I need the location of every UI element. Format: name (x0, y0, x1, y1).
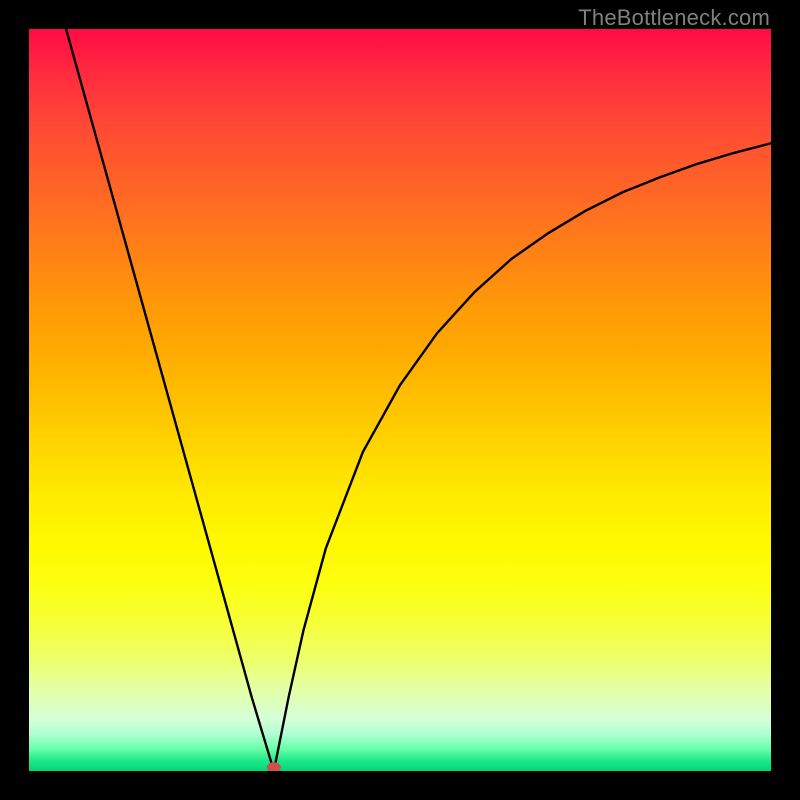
curve-left-branch (66, 29, 274, 771)
plot-area (29, 29, 771, 771)
chart-svg (29, 29, 771, 771)
watermark-text: TheBottleneck.com (578, 5, 770, 31)
curve-right-branch (274, 143, 771, 771)
minimum-marker (267, 762, 281, 771)
chart-frame: TheBottleneck.com (0, 0, 800, 800)
